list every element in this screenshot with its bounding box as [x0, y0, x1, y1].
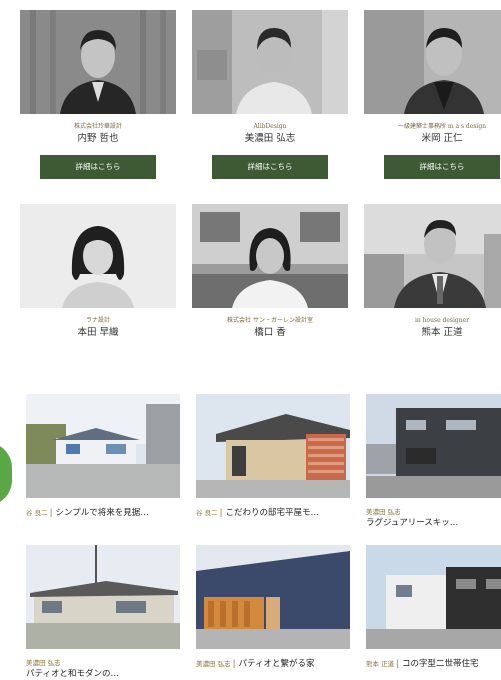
designer-name: 美濃田 弘志 — [244, 133, 296, 144]
floating-side-tab[interactable] — [0, 442, 12, 506]
detail-button[interactable]: 詳細はこちら — [40, 155, 156, 179]
designer-firm: AlibDesign — [253, 123, 287, 130]
work-card[interactable]: 美濃田 弘志パティオと和モダンの… — [26, 545, 180, 680]
designer-name: 橋口 香 — [254, 327, 286, 338]
work-author: 谷 良二 — [196, 509, 218, 517]
designer-name: 熊本 正道 — [421, 327, 463, 338]
work-photo[interactable] — [366, 545, 501, 649]
work-photo[interactable] — [196, 545, 350, 649]
work-title: パティオと和モダンの… — [26, 669, 119, 679]
work-title: コの字型二世帯住宅 — [401, 659, 479, 669]
work-caption[interactable]: 熊本 正道 | コの字型二世帯住宅 — [366, 658, 501, 670]
work-photo[interactable] — [26, 394, 180, 498]
designer-name: 米岡 正仁 — [421, 133, 463, 144]
designer-firm: 株式会社 サン・ガーレン設計室 — [227, 317, 313, 324]
designer-card: 株式会社玲華設計 内野 哲也 詳細はこちら — [20, 10, 176, 179]
work-author: 美濃田 弘志 — [366, 508, 401, 516]
designer-card: AlibDesign 美濃田 弘志 詳細はこちら — [192, 10, 348, 179]
work-title: シンプルで将来を見据… — [55, 508, 149, 518]
designer-firm: 株式会社玲華設計 — [73, 123, 122, 130]
designer-photo — [364, 10, 501, 114]
designer-card: in house designer 熊本 正道 — [364, 204, 501, 339]
work-author: 美濃田 弘志 — [196, 660, 231, 668]
caption-separator: | — [49, 508, 53, 518]
work-author: 美濃田 弘志 — [26, 659, 61, 667]
work-card[interactable]: 谷 良二 | こだわりの邸宅平屋モ… — [196, 394, 350, 519]
work-photo[interactable] — [366, 394, 501, 498]
designer-card: 株式会社 サン・ガーレン設計室 橋口 香 — [192, 204, 348, 339]
work-title: こだわりの邸宅平屋モ… — [225, 508, 319, 518]
designer-firm: 一級建築士事務所 m a s design — [397, 123, 487, 130]
work-photo[interactable] — [196, 394, 350, 498]
work-card[interactable]: 谷 良二 | シンプルで将来を見据… — [26, 394, 180, 519]
designer-firm: in house designer — [414, 317, 470, 324]
work-card[interactable]: 美濃田 弘志ラグジュアリースキッ… — [366, 394, 501, 529]
work-caption[interactable]: 谷 良二 | シンプルで将来を見据… — [26, 507, 180, 519]
work-caption[interactable]: 美濃田 弘志ラグジュアリースキッ… — [366, 507, 501, 529]
work-title: パティオと繋がる家 — [238, 659, 315, 669]
designer-photo — [192, 204, 348, 308]
designer-photo — [20, 204, 176, 308]
designer-card: 一級建築士事務所 m a s design 米岡 正仁 詳細はこちら — [364, 10, 501, 179]
work-title: ラグジュアリースキッ… — [366, 518, 459, 528]
designer-photo — [364, 204, 501, 308]
caption-separator: | — [232, 659, 236, 669]
work-photo[interactable] — [26, 545, 180, 649]
detail-button[interactable]: 詳細はこちら — [384, 155, 500, 179]
work-caption[interactable]: 美濃田 弘志 | パティオと繋がる家 — [196, 658, 350, 670]
designer-firm: ラナ設計 — [85, 317, 110, 324]
designer-card: ラナ設計 本田 早織 — [20, 204, 176, 339]
caption-separator: | — [396, 659, 399, 669]
designer-name: 本田 早織 — [77, 327, 119, 338]
work-card[interactable]: 美濃田 弘志 | パティオと繋がる家 — [196, 545, 350, 670]
work-caption[interactable]: 谷 良二 | こだわりの邸宅平屋モ… — [196, 507, 350, 519]
designer-photo — [192, 10, 348, 114]
designer-name: 内野 哲也 — [77, 133, 119, 144]
work-card[interactable]: 熊本 正道 | コの字型二世帯住宅 — [366, 545, 501, 670]
work-author: 谷 良二 — [26, 509, 48, 517]
designer-photo — [20, 10, 176, 114]
caption-separator: | — [219, 508, 223, 518]
work-author: 熊本 正道 — [366, 660, 395, 668]
detail-button[interactable]: 詳細はこちら — [212, 155, 328, 179]
